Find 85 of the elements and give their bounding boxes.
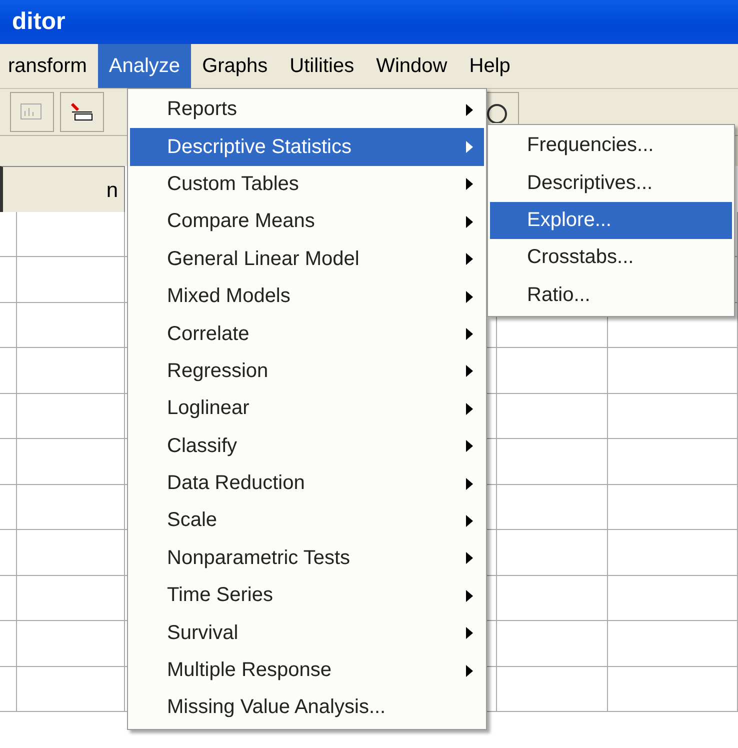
menu-title[interactable]: Utilities — [278, 44, 366, 88]
chart-icon[interactable] — [10, 92, 54, 132]
table-cell[interactable] — [608, 621, 738, 666]
submenu-arrow-icon — [466, 365, 474, 378]
table-cell[interactable] — [0, 666, 17, 712]
menu-item[interactable]: Missing Value Analysis... — [130, 689, 484, 727]
table-cell[interactable] — [17, 666, 125, 712]
submenu-arrow-icon — [466, 664, 474, 677]
table-cell[interactable] — [17, 576, 125, 621]
table-cell[interactable] — [497, 666, 608, 712]
menu-item[interactable]: Loglinear — [130, 390, 484, 428]
menu-item[interactable]: Descriptive Statistics — [130, 128, 484, 166]
submenu-arrow-icon — [466, 253, 474, 266]
menu-item[interactable]: Classify — [130, 428, 484, 465]
table-cell[interactable] — [608, 576, 738, 621]
menu-item[interactable]: Explore... — [490, 202, 732, 240]
menu-item[interactable]: Frequencies... — [490, 127, 732, 164]
table-cell[interactable] — [17, 621, 125, 666]
table-cell[interactable] — [17, 348, 125, 394]
menu-title[interactable]: Graphs — [191, 44, 279, 88]
menu-item[interactable]: Custom Tables — [130, 166, 484, 204]
submenu-arrow-icon — [466, 402, 474, 415]
table-cell[interactable] — [497, 484, 608, 530]
submenu-arrow-icon — [466, 514, 474, 527]
menu-item[interactable]: Survival — [130, 614, 484, 652]
menu-item[interactable]: Reports — [130, 91, 484, 128]
table-cell[interactable] — [0, 621, 17, 666]
menu-item[interactable]: Correlate — [130, 315, 484, 353]
table-cell[interactable] — [608, 484, 738, 530]
table-cell[interactable] — [608, 439, 738, 484]
window-title: ditor — [12, 8, 66, 36]
menu-item[interactable]: Multiple Response — [130, 652, 484, 690]
table-cell[interactable] — [17, 257, 125, 302]
table-cell[interactable] — [497, 576, 608, 621]
table-cell[interactable] — [17, 530, 125, 576]
submenu-arrow-icon — [466, 141, 474, 154]
table-cell[interactable] — [497, 621, 608, 666]
submenu-arrow-icon — [466, 552, 474, 564]
menu-item[interactable]: General Linear Model — [130, 240, 484, 278]
submenu-arrow-icon — [466, 478, 474, 490]
table-cell[interactable] — [0, 257, 17, 302]
table-cell[interactable] — [608, 530, 738, 576]
menu-item[interactable]: Regression — [130, 352, 484, 390]
table-cell[interactable] — [497, 530, 608, 576]
menu-title[interactable]: Analyze — [98, 44, 192, 88]
table-cell[interactable] — [0, 348, 17, 394]
table-cell[interactable] — [17, 484, 125, 530]
menu-item[interactable]: Nonparametric Tests — [130, 540, 484, 578]
table-cell[interactable] — [17, 302, 125, 348]
menu-item[interactable]: Crosstabs... — [490, 239, 732, 277]
submenu-arrow-icon — [466, 440, 474, 452]
menu-item[interactable]: Ratio... — [490, 276, 732, 314]
table-cell[interactable] — [0, 530, 17, 576]
menu-item[interactable]: Descriptives... — [490, 164, 732, 202]
table-cell[interactable] — [608, 348, 738, 394]
table-cell[interactable] — [0, 394, 17, 439]
table-cell[interactable] — [0, 484, 17, 530]
table-cell[interactable] — [608, 394, 738, 439]
submenu-arrow-icon — [466, 590, 474, 602]
menu-item[interactable]: Compare Means — [130, 203, 484, 241]
menu-title[interactable]: Help — [458, 44, 522, 88]
table-cell[interactable] — [497, 439, 608, 484]
table-cell[interactable] — [0, 212, 17, 257]
menu-item[interactable]: Mixed Models — [130, 278, 484, 316]
submenu-arrow-icon — [466, 627, 474, 640]
table-cell[interactable] — [0, 576, 17, 621]
menu-title[interactable]: Window — [365, 44, 458, 88]
submenu-arrow-icon — [466, 104, 474, 116]
table-cell[interactable] — [17, 439, 125, 484]
table-cell[interactable] — [608, 666, 738, 712]
menu-item[interactable]: Data Reduction — [130, 464, 484, 502]
table-cell[interactable] — [17, 394, 125, 439]
submenu-arrow-icon — [466, 290, 474, 303]
menu-item[interactable]: Time Series — [130, 577, 484, 614]
table-cell[interactable] — [17, 212, 125, 257]
submenu-arrow-icon — [466, 328, 474, 340]
table-cell[interactable] — [497, 348, 608, 394]
submenu-arrow-icon — [466, 216, 474, 228]
insert-case-icon[interactable] — [60, 92, 104, 132]
table-cell[interactable] — [0, 439, 17, 484]
table-cell[interactable] — [0, 302, 17, 348]
submenu-arrow-icon — [466, 178, 474, 190]
table-cell[interactable] — [497, 394, 608, 439]
menu-title[interactable]: ransform — [0, 44, 98, 88]
menu-item[interactable]: Scale — [130, 502, 484, 540]
